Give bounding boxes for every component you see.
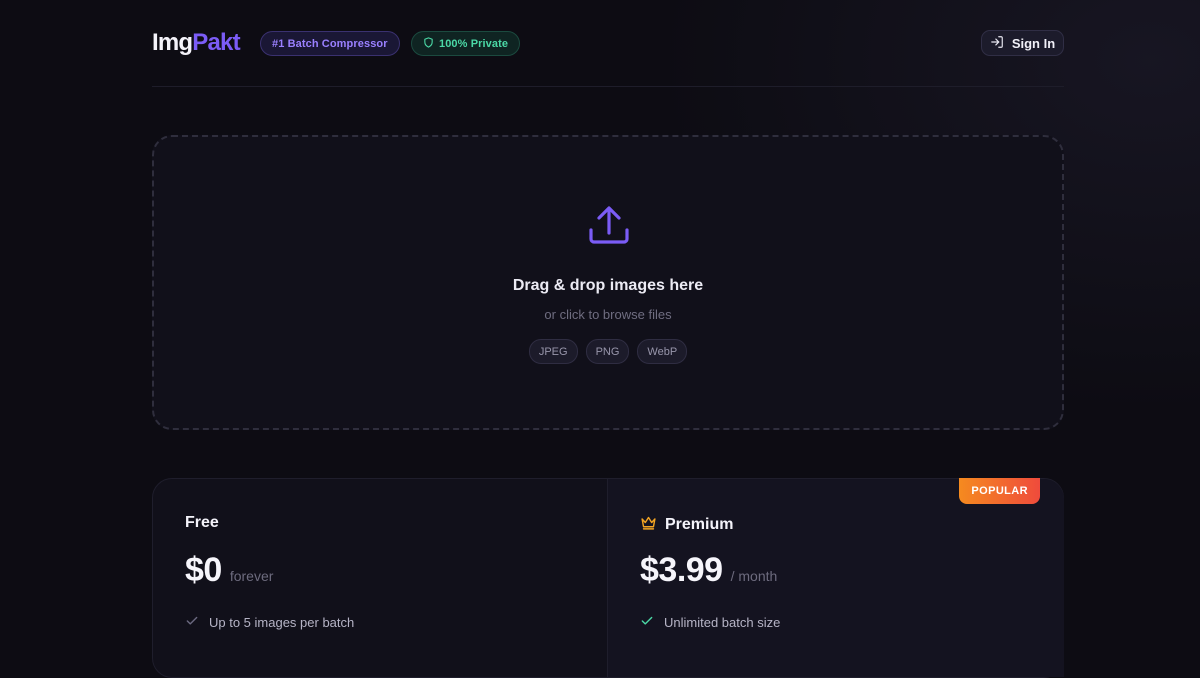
check-icon	[185, 614, 199, 631]
plan-price: $3.99 / month	[640, 551, 777, 590]
plan-name-label: Free	[185, 514, 219, 531]
format-chip-png: PNG	[585, 339, 630, 364]
price-amount: $0	[185, 551, 222, 589]
sign-in-label: Sign In	[1011, 35, 1056, 51]
dropzone-title: Drag & drop images here	[512, 277, 704, 294]
feature-item: Unlimited batch size	[640, 614, 780, 631]
logo[interactable]: ImgPakt	[152, 29, 241, 57]
plan-name: Premium	[640, 514, 733, 536]
pricing-section: Free $0 forever Up to 5 images per batch…	[152, 478, 1064, 678]
popular-badge: POPULAR	[959, 478, 1040, 504]
top-bar: ImgPakt #1 Batch Compressor 100% Private…	[152, 0, 1064, 87]
format-chip-jpeg: JPEG	[528, 339, 578, 364]
feature-label: Unlimited batch size	[664, 615, 781, 630]
sign-in-button[interactable]: Sign In	[981, 30, 1064, 56]
page: ImgPakt #1 Batch Compressor 100% Private…	[152, 0, 1064, 678]
crown-icon	[640, 514, 657, 536]
private-badge: 100% Private	[411, 31, 521, 56]
plan-name: Free	[185, 514, 219, 532]
plan-price: $0 forever	[185, 551, 273, 590]
price-amount: $3.99	[640, 551, 723, 589]
private-badge-label: 100% Private	[439, 37, 509, 50]
supported-formats: JPEG PNG WebP	[154, 339, 1062, 364]
batch-compressor-badge-label: #1 Batch Compressor	[272, 37, 388, 50]
logo-text-pakt: Pakt	[192, 29, 240, 56]
format-chip-webp: WebP	[637, 339, 688, 364]
plan-card-free[interactable]: Free $0 forever Up to 5 images per batch	[153, 479, 608, 677]
upload-icon	[587, 204, 631, 248]
price-period: / month	[730, 568, 778, 584]
feature-label: Up to 5 images per batch	[209, 615, 355, 630]
dropzone-subtitle: or click to browse files	[544, 307, 672, 322]
shield-icon	[423, 36, 434, 51]
price-period: forever	[229, 568, 274, 584]
plan-name-label: Premium	[665, 516, 734, 533]
plan-card-premium[interactable]: POPULAR Premium $3.99 / month Unlimited …	[608, 478, 1064, 677]
logo-text-img: Img	[152, 29, 193, 56]
batch-compressor-badge: #1 Batch Compressor	[260, 31, 400, 56]
image-dropzone[interactable]: Drag & drop images here or click to brow…	[152, 135, 1064, 430]
check-icon	[640, 614, 654, 631]
feature-item: Up to 5 images per batch	[185, 614, 354, 631]
sign-in-icon	[990, 35, 1004, 52]
